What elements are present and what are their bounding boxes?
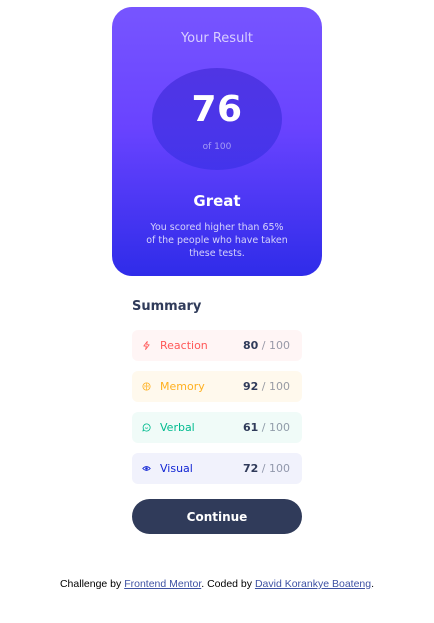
summary-item-memory: Memory 92 / 100	[132, 371, 302, 402]
score-value: 76	[191, 89, 243, 130]
score-number: 61	[242, 421, 259, 434]
result-heading: Your Result	[180, 31, 254, 46]
eye-icon	[140, 463, 152, 475]
speech-bubble-icon	[140, 422, 152, 434]
score-total: / 100	[261, 380, 290, 393]
summary-item-reaction: Reaction 80 / 100	[132, 330, 302, 361]
frontend-mentor-link[interactable]: Frontend Mentor	[124, 578, 201, 590]
attribution-prefix: Challenge by	[59, 578, 125, 590]
score-circle: 76 of 100	[152, 68, 282, 170]
score-number: 80	[242, 339, 259, 352]
attribution-middle: . Coded by	[201, 578, 255, 590]
summary-item-label: Memory	[160, 380, 205, 393]
result-description: You scored higher than 65% of the people…	[146, 222, 288, 259]
summary-item-label: Verbal	[160, 421, 195, 434]
attribution: Challenge by Frontend Mentor. Coded by D…	[0, 578, 434, 590]
score-total: / 100	[261, 421, 290, 434]
summary-item-visual: Visual 72 / 100	[132, 453, 302, 484]
lightning-icon	[140, 340, 152, 352]
result-grade: Great	[193, 192, 241, 210]
summary-item-score: 72 / 100	[243, 462, 290, 475]
score-number: 92	[242, 380, 259, 393]
results-summary-page: Your Result 76 of 100 Great You scored h…	[0, 0, 434, 623]
summary-item-score: 61 / 100	[243, 421, 290, 434]
summary-item-label: Reaction	[160, 339, 208, 352]
summary-item-score: 80 / 100	[243, 339, 290, 352]
summary-title: Summary	[132, 299, 202, 314]
summary-item-verbal: Verbal 61 / 100	[132, 412, 302, 443]
author-link[interactable]: David Korankye Boateng	[255, 578, 371, 590]
score-total: / 100	[261, 462, 290, 475]
summary-item-score: 92 / 100	[243, 380, 290, 393]
score-number: 72	[242, 462, 259, 475]
score-of-label: of 100	[202, 142, 232, 152]
attribution-suffix: .	[371, 578, 375, 590]
brain-icon	[140, 381, 152, 393]
result-card: Your Result 76 of 100 Great You scored h…	[112, 7, 322, 276]
continue-button[interactable]: Continue	[132, 499, 302, 534]
summary-item-label: Visual	[160, 462, 193, 475]
score-total: / 100	[261, 339, 290, 352]
